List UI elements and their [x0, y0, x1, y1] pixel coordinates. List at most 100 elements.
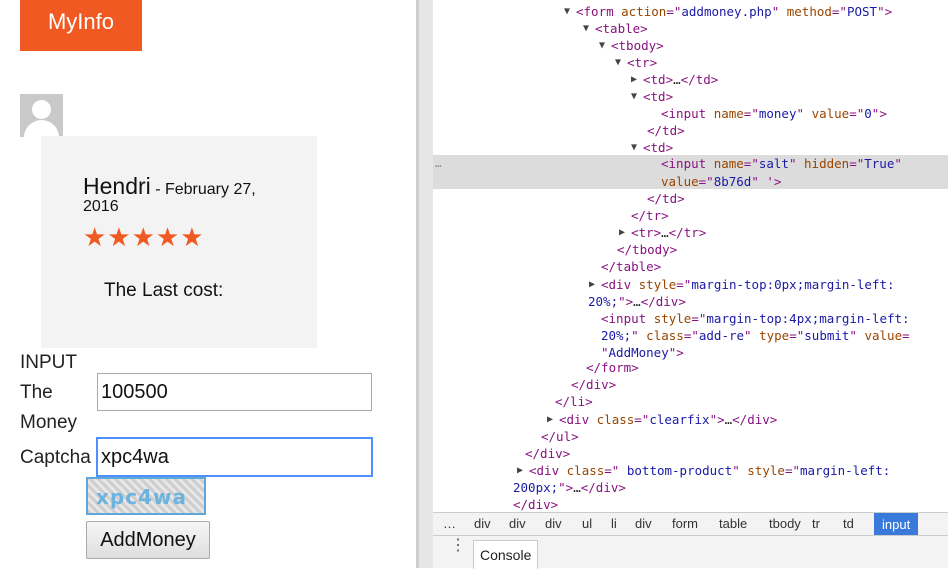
- tag-token: </tbody>: [617, 242, 678, 257]
- dom-node[interactable]: 20%;" class="add-re" type="submit" value…: [433, 327, 948, 344]
- tag-token: </td>: [647, 123, 685, 138]
- dom-node[interactable]: ▼ <tbody>: [433, 37, 948, 54]
- dom-node[interactable]: ▼ <form action="addmoney.php" method="POS…: [433, 3, 948, 20]
- expanded-triangle-icon[interactable]: ▼: [583, 20, 589, 37]
- breadcrumb-item-div[interactable]: div: [474, 516, 491, 531]
- dom-node[interactable]: </div>: [433, 376, 948, 393]
- breadcrumb-item-div[interactable]: div: [509, 516, 526, 531]
- tag-token: <table>: [595, 21, 648, 36]
- breadcrumb-item-tbody[interactable]: tbody: [769, 516, 801, 531]
- attribute-name: type: [759, 328, 790, 343]
- tab-console[interactable]: Console: [473, 540, 539, 569]
- dom-node[interactable]: </table>: [433, 258, 948, 275]
- dom-node-text: <td>: [643, 88, 673, 105]
- dom-node[interactable]: <input style="margin-top:4px;margin-left…: [433, 310, 948, 327]
- breadcrumb-item-td[interactable]: td: [843, 516, 854, 531]
- attribute-value: POST: [846, 4, 878, 19]
- attribute-name: hidden: [804, 156, 850, 171]
- expanded-triangle-icon[interactable]: ▼: [615, 54, 621, 71]
- dom-node[interactable]: <input name="money" value="0">: [433, 105, 948, 122]
- add-money-button[interactable]: AddMoney: [86, 521, 210, 559]
- dom-node-text: <tr>: [627, 54, 657, 71]
- expanded-triangle-icon[interactable]: ▼: [631, 139, 637, 156]
- tag-token: </div>: [640, 294, 686, 309]
- dom-node[interactable]: ▼ <table>: [433, 20, 948, 37]
- reviewer-info: Hendri - February 27, 2016: [83, 175, 293, 216]
- breadcrumb-item-input[interactable]: input: [874, 513, 919, 536]
- selected-node-marker[interactable]: …: [435, 155, 442, 172]
- review-year: 2016: [83, 198, 119, 215]
- expanded-triangle-icon[interactable]: ▼: [564, 3, 570, 20]
- tag-token: </form>: [586, 360, 639, 375]
- expanded-triangle-icon[interactable]: ▼: [631, 88, 637, 105]
- dom-node[interactable]: ▶ <div class=" bottom-product" style="mar…: [433, 462, 948, 479]
- dom-node-text: <div class=" bottom-product" style="marg…: [529, 462, 890, 479]
- tag-token: ": [849, 328, 865, 343]
- collapsed-triangle-icon[interactable]: ▶: [547, 411, 553, 428]
- breadcrumb-item-div[interactable]: div: [545, 516, 562, 531]
- dom-node[interactable]: value="8b76d" '>: [433, 173, 948, 190]
- dom-node[interactable]: 200px;">…</div>: [433, 479, 948, 496]
- dom-node[interactable]: ▶ <tr>…</tr>: [433, 224, 948, 241]
- dom-node[interactable]: </form>: [433, 359, 948, 376]
- dom-node-text: </table>: [601, 258, 661, 275]
- breadcrumb-item-form[interactable]: form: [672, 516, 698, 531]
- collapsed-triangle-icon[interactable]: ▶: [517, 462, 523, 479]
- dom-node[interactable]: ▼ <tr>: [433, 54, 948, 71]
- avatar-body: [24, 120, 59, 137]
- captcha-input[interactable]: [96, 437, 373, 477]
- dom-node[interactable]: </li>: [433, 393, 948, 410]
- attribute-value: margin-left:: [800, 463, 891, 478]
- tag-token: </tr>: [631, 208, 669, 223]
- dom-node[interactable]: </td>: [433, 190, 948, 207]
- dom-node[interactable]: ▶ <td>…</td>: [433, 71, 948, 88]
- tag-token: ": [771, 4, 787, 19]
- ellipsis-token: …: [661, 225, 669, 240]
- tag-token: =": [743, 106, 759, 121]
- collapsed-triangle-icon[interactable]: ▶: [631, 71, 637, 88]
- breadcrumb-item-tr[interactable]: tr: [812, 516, 820, 531]
- dom-node[interactable]: ▶ <div style="margin-top:0px;margin-left:: [433, 276, 948, 293]
- money-input[interactable]: [97, 373, 372, 411]
- captcha-label: Captcha: [20, 447, 91, 468]
- tag-token: =: [902, 328, 910, 343]
- dom-node[interactable]: ▼ <td>: [433, 88, 948, 105]
- expanded-triangle-icon[interactable]: ▼: [599, 37, 605, 54]
- avatar: [20, 94, 63, 137]
- breadcrumb-item-ul[interactable]: ul: [582, 516, 592, 531]
- pane-divider[interactable]: [416, 0, 433, 568]
- dom-node[interactable]: 20%;">…</div>: [433, 293, 948, 310]
- dom-node[interactable]: ▶ <div class="clearfix">…</div>: [433, 411, 948, 428]
- dom-node[interactable]: </tr>: [433, 207, 948, 224]
- drawer-menu-icon[interactable]: ⋮: [450, 538, 466, 554]
- tag-token: <td>: [643, 140, 674, 155]
- tag-token: </div>: [580, 480, 626, 495]
- tag-token: =": [784, 463, 800, 478]
- attribute-value: AddMoney: [608, 345, 669, 360]
- collapsed-triangle-icon[interactable]: ▶: [589, 276, 595, 293]
- dom-node-text: </div>: [571, 376, 616, 393]
- dom-node[interactable]: </ul>: [433, 428, 948, 445]
- tag-token: </div>: [732, 412, 778, 427]
- attribute-name: action: [621, 4, 667, 19]
- dom-node[interactable]: ▼ <td>: [433, 139, 948, 156]
- tag-token: =": [698, 174, 714, 189]
- attribute-value: 20%;: [588, 294, 619, 309]
- collapsed-triangle-icon[interactable]: ▶: [619, 224, 625, 241]
- dom-node[interactable]: </td>: [433, 122, 948, 139]
- dom-node[interactable]: </div>: [433, 445, 948, 462]
- dom-node[interactable]: </div>: [433, 496, 948, 512]
- attribute-value: 0: [864, 106, 872, 121]
- dom-node-text: </form>: [586, 359, 639, 376]
- captcha-image-text: xpc4wa: [96, 485, 187, 509]
- breadcrumb-item-table[interactable]: table: [719, 516, 747, 531]
- breadcrumb-item-div[interactable]: div: [635, 516, 652, 531]
- tag-token: ">: [668, 345, 684, 360]
- breadcrumb-item-li[interactable]: li: [611, 516, 617, 531]
- myinfo-button[interactable]: MyInfo: [20, 0, 142, 51]
- attribute-value: margin-top:0px;margin-left:: [691, 277, 895, 292]
- dom-node-text: </td>: [647, 122, 685, 139]
- dom-node-text: <tr>…</tr>: [631, 224, 706, 241]
- dom-node[interactable]: </tbody>: [433, 241, 948, 258]
- breadcrumb-item-more[interactable]: …: [443, 516, 456, 531]
